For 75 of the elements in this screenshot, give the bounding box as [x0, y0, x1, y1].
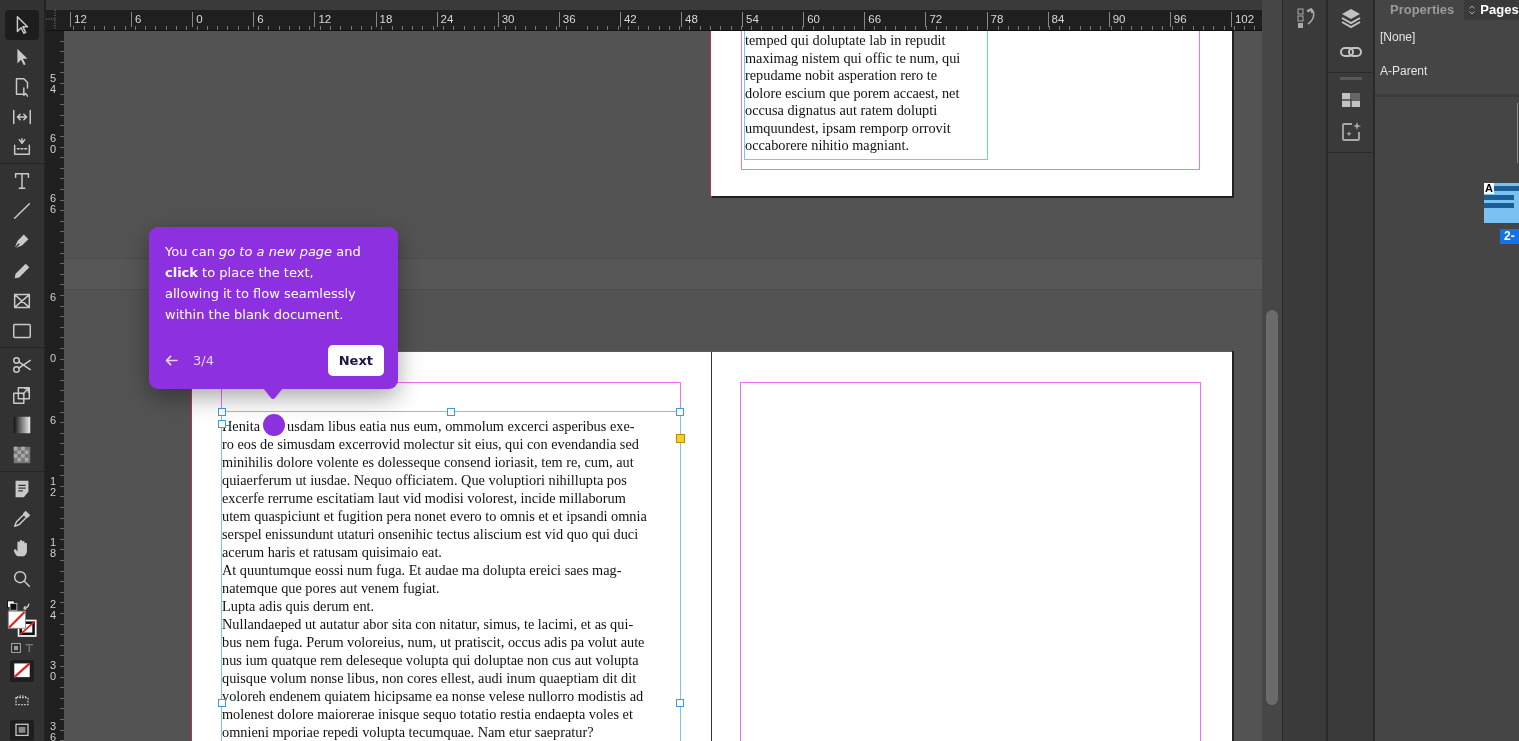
ruler-label: 36 [558, 12, 576, 27]
ruler-label: 90 [1108, 12, 1126, 27]
ruler-label: 48 [681, 12, 698, 27]
ruler-label: 0 [50, 353, 57, 365]
coachmark-message: You can go to a new page and click to place the text, allowing it to flow seamlessly within the blank document. [165, 243, 362, 324]
ruler-label: 60 [50, 133, 57, 155]
text-line: occusa dignatus aut ratem dolupti [745, 102, 939, 120]
ruler-label: 6 [253, 12, 264, 27]
text-line: excerfe rerrume escitatiam laut vid modisi volorest, incide millaborum [222, 489, 627, 507]
ruler-label: 6 [50, 414, 57, 426]
ruler-label: 30 [50, 659, 57, 682]
ruler-label: 24 [50, 598, 57, 621]
page-number: 2- [1500, 229, 1519, 244]
text-line: utem quaspiciunt et fugition pera nonet evero to omnis et et ipsandi omnia [222, 507, 647, 525]
text-line: temped qui doluptate lab in repudit [745, 32, 947, 50]
screen-mode-icon[interactable] [8, 720, 36, 741]
ruler-label: 12 [314, 12, 332, 27]
ruler-label: 6 [131, 12, 142, 27]
text-line: natemque que pores aut venem fugiat. [222, 579, 441, 597]
parent-prefix: A [1484, 183, 1494, 194]
text-line: Nullandaeped ut autatur abor sita con nitatur, simus, te lacimi, et as qui- [222, 615, 635, 633]
chevron-updown-icon[interactable] [1468, 4, 1477, 16]
selection-handle[interactable] [218, 699, 226, 707]
text-line: molenest dolore maiorerae inisque sequo totatio restia endaepta voles et [222, 705, 634, 723]
ruler-label: 0 [192, 12, 203, 27]
text-line: quisque volum nonse libus, non cores ellest, audi inum quaeptiam dit dit [222, 669, 638, 687]
ruler-label: 12 [70, 12, 87, 27]
text-line: quiaerferum ut iusdae. Nequo officiatem. Que voluptiori nihillupta pos [222, 471, 628, 489]
ruler-label: 12 [50, 475, 57, 498]
ruler-label: 84 [1047, 12, 1065, 27]
text-line: voloreh endenem quiatem hicipsame ea nonse velese nullorro modistis ad [222, 687, 645, 705]
back-arrow-icon[interactable] [165, 355, 178, 366]
ruler-label: 24 [436, 12, 454, 27]
ruler-label: 102 [1230, 12, 1255, 27]
text-line: dolore escium que porem accaest, net [745, 84, 961, 102]
apply-none-icon[interactable] [8, 659, 36, 682]
ruler-label: 18 [375, 12, 393, 27]
ruler-label: 54 [742, 12, 759, 27]
text-line: minihilis dolore volente es dolesseque consend ioriasit, tem re, cum, aut [222, 453, 635, 471]
text-line: usdam libus eatia nus eum, ommolum excerci asperibus exe- [287, 417, 635, 435]
text-line: omnieni mporiae repedi volupta tecumquae. Nam etur saepratur? [222, 723, 595, 741]
ruler-label: 60 [803, 12, 820, 27]
ruler-label: 6 [50, 292, 57, 303]
text-line: ro eos de simusdam excerrovid molectur sit eius, qui con evendandia sed [222, 435, 640, 453]
text-line: Lupta adis quis derum ent. [222, 597, 376, 615]
selection-handle[interactable] [218, 408, 226, 416]
ruler-label: 30 [497, 12, 515, 27]
text-line: bus nem fuga. Perum voloreius, num, ut pratiscit, occus adis pa volut aute [222, 633, 646, 651]
ruler-label: 66 [50, 193, 57, 215]
text-line: At quuntumque eossi num fuga. Et audae ma dolupta ereici saes mag- [222, 561, 623, 579]
scrollbar-thumb[interactable] [1266, 310, 1278, 705]
ruler-label: 36 [50, 721, 57, 741]
selection-handle[interactable] [676, 699, 684, 707]
ruler-label: 54 [50, 73, 57, 95]
text-line: serspel enissundunt utaturi onsenihic tectus aliscium est vid quo qui duci [222, 525, 640, 543]
step-counter: 3/4 [193, 353, 214, 368]
parent-page-item[interactable]: [None] [1375, 20, 1519, 54]
text-line: nus ium quatque rem deleseque volupta qui doluptae non cus aut volupta [222, 651, 640, 669]
text-line: umquundest, ipsam remporp orrovit [745, 119, 952, 137]
parent-page-item[interactable]: A-Parent [1375, 54, 1519, 88]
ruler-label: 78 [986, 12, 1004, 27]
fill-stroke-swatch-icon[interactable] [4, 600, 40, 638]
text-line: occaborere nihitio magniant. [745, 137, 910, 155]
page-thumbnail[interactable]: A [1484, 183, 1519, 223]
ruler-label: 66 [864, 12, 882, 27]
ruler-label: 72 [925, 12, 943, 27]
selection-handle[interactable] [447, 408, 455, 416]
ruler-label: 96 [1169, 12, 1187, 27]
next-button[interactable]: Next [327, 345, 384, 376]
selection-handle[interactable] [676, 408, 684, 416]
ruler-label: 42 [619, 12, 637, 27]
ruler-label: 18 [50, 537, 57, 560]
text-line: maximag nistem qui offic te num, qui [745, 49, 961, 67]
text-line: acerum haris et ratusam quisimaio eat. [222, 543, 443, 561]
text-line: repudame nobit asperation rero te [745, 67, 939, 85]
